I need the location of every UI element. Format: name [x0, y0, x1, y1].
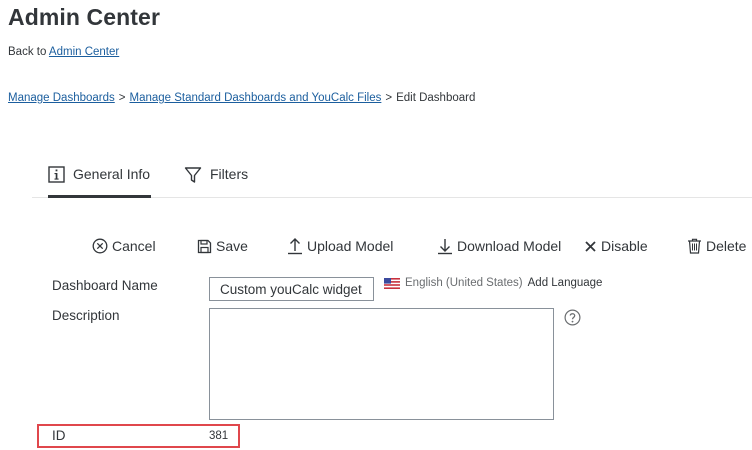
add-language-link[interactable]: Add Language: [528, 277, 603, 289]
info-icon: [48, 166, 65, 183]
cancel-label: Cancel: [112, 238, 156, 254]
breadcrumb-separator: >: [118, 92, 126, 104]
page-title: Admin Center: [8, 4, 160, 30]
tab-filters-label: Filters: [210, 166, 249, 182]
filter-icon: [184, 167, 202, 183]
disable-button[interactable]: Disable: [584, 236, 648, 256]
download-model-label: Download Model: [457, 238, 562, 254]
cancel-button[interactable]: Cancel: [92, 236, 156, 256]
save-label: Save: [216, 238, 248, 254]
disable-label: Disable: [601, 238, 648, 254]
save-button[interactable]: Save: [197, 236, 248, 256]
cancel-icon: [92, 238, 108, 254]
upload-model-button[interactable]: Upload Model: [287, 236, 393, 256]
delete-label: Delete: [706, 238, 747, 254]
language-name: English (United States): [405, 277, 523, 289]
upload-model-label: Upload Model: [307, 238, 394, 254]
id-label: ID: [52, 428, 66, 443]
save-icon: [197, 239, 212, 253]
description-textarea[interactable]: [209, 308, 554, 420]
id-value: 381: [209, 430, 229, 442]
breadcrumb-manage-standard-dashboards[interactable]: Manage Standard Dashboards and YouCalc F…: [129, 92, 381, 104]
back-prefix: Back to: [8, 46, 47, 58]
breadcrumb-manage-dashboards[interactable]: Manage Dashboards: [8, 92, 115, 104]
language-selector: English (United States) Add Language: [384, 277, 602, 289]
dashboard-name-label: Dashboard Name: [52, 278, 158, 293]
download-model-button[interactable]: Download Model: [437, 236, 561, 256]
breadcrumb-separator: >: [385, 92, 393, 104]
tab-filters[interactable]: Filters: [184, 166, 248, 198]
breadcrumb: Manage Dashboards > Manage Standard Dashbo…: [8, 92, 475, 104]
help-icon[interactable]: [564, 309, 581, 326]
tab-general-info[interactable]: General Info: [48, 166, 151, 198]
download-icon: [438, 239, 452, 255]
upload-icon: [288, 238, 302, 255]
delete-button[interactable]: Delete: [687, 236, 746, 256]
back-row: Back to Admin Center: [8, 46, 119, 58]
close-icon: [585, 240, 596, 252]
description-label: Description: [52, 308, 120, 323]
tab-general-info-label: General Info: [73, 166, 151, 182]
trash-icon: [688, 238, 701, 254]
tab-bar: General Info Filters: [32, 160, 752, 198]
us-flag-icon: [384, 277, 400, 289]
dashboard-name-input[interactable]: [209, 277, 374, 301]
back-admin-center-link[interactable]: Admin Center: [49, 46, 119, 58]
breadcrumb-current: Edit Dashboard: [396, 92, 476, 104]
